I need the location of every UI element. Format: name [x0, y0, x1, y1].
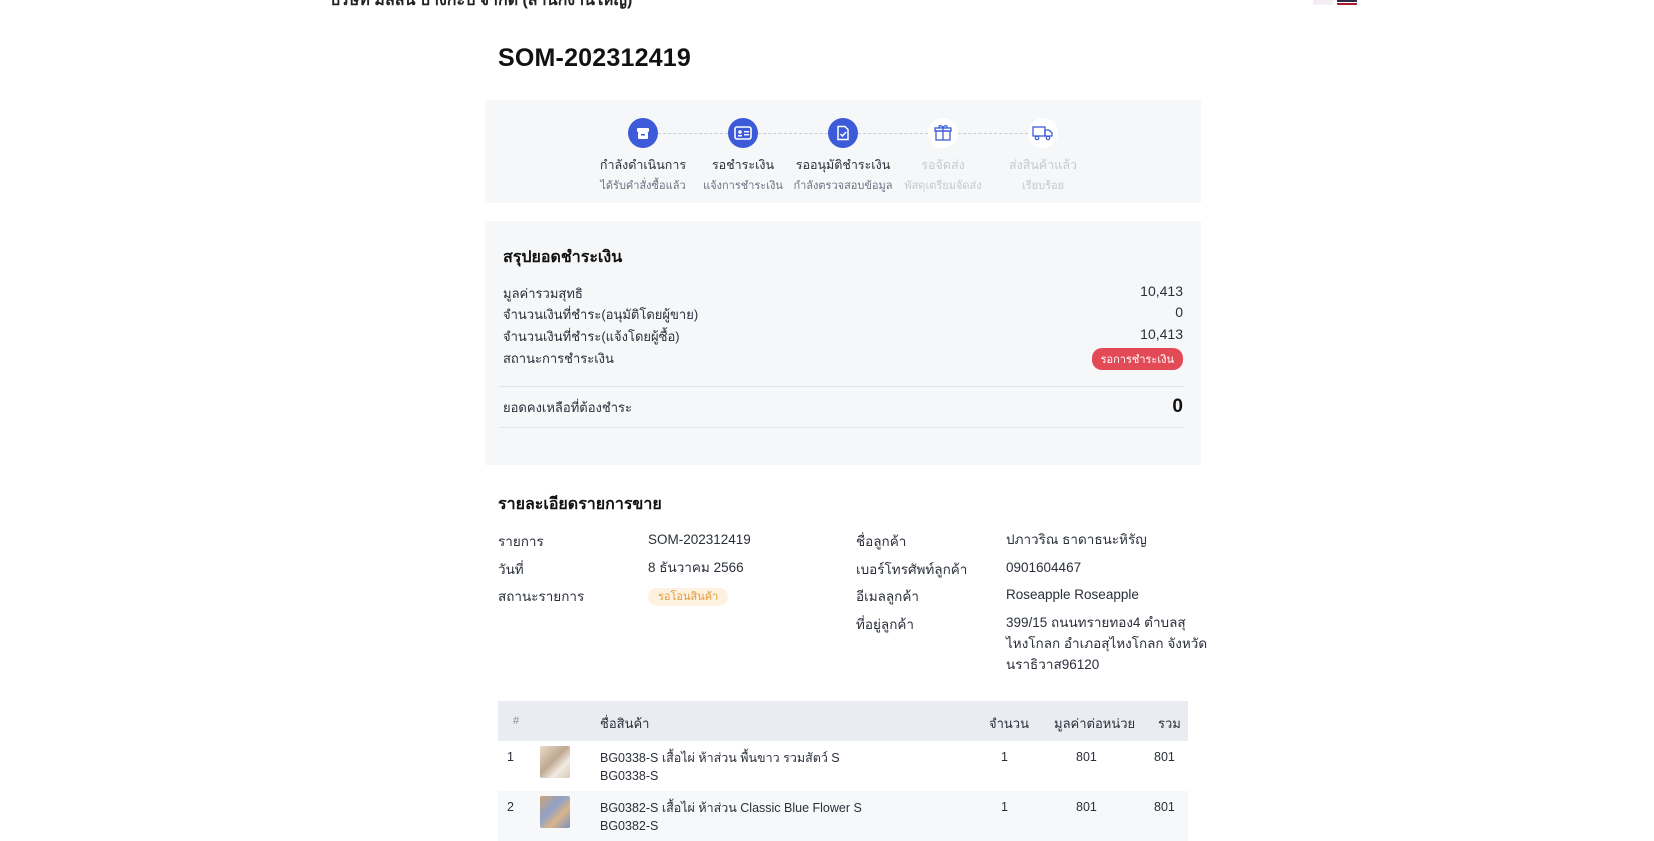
customer-email-value: Roseapple Roseapple [1006, 587, 1139, 602]
address-line: ไหงโกลก อำเภอสุไหงโกลก จังหวัด [1006, 636, 1208, 651]
payment-summary-title: สรุปยอดชำระเงิน [503, 249, 623, 266]
product-name: BG0382-S เสื้อไผ่ ห้าส่วน Classic Blue F… [600, 801, 862, 815]
payment-row-label: จำนวนเงินที่ชำระ(อนุมัติโดยผู้ขาย) [503, 307, 699, 322]
step-awaiting-shipment: รอจัดส่ง พัสดุเตรียมจัดส่ง [888, 118, 998, 194]
col-header-product: ชื่อสินค้า [600, 716, 650, 731]
col-header-number: # [513, 715, 520, 727]
product-thumbnail[interactable] [540, 796, 570, 828]
customer-address-label: ที่อยู่ลูกค้า [856, 617, 914, 632]
step-label: กำลังดำเนินการ [599, 158, 687, 172]
document-check-icon [828, 118, 858, 148]
product-sku: BG0338-S [600, 769, 659, 783]
product-sku: BG0382-S [600, 819, 659, 833]
order-status-badge: รอโอนสินค้า [648, 588, 729, 606]
col-header-total: รวม [1158, 716, 1181, 731]
step-label: รออนุมัติชำระเงิน [795, 158, 891, 172]
payment-row-value: 10,413 [1140, 326, 1183, 342]
customer-name-value: ปภาวริณ ธาดาธนะหิรัญ [1006, 532, 1147, 547]
id-card-icon [728, 118, 758, 148]
address-line: นราธิวาส96120 [1006, 657, 1100, 672]
truck-icon [1028, 118, 1058, 148]
col-header-unit-price: มูลค่าต่อหน่วย [1054, 716, 1136, 731]
step-label: ส่งสินค้าแล้ว [1008, 158, 1078, 172]
step-sublabel: ได้รับคำสั่งซื้อแล้ว [600, 180, 686, 192]
payment-status-badge: รอการชำระเงิน [1091, 348, 1183, 370]
row-number: 2 [507, 800, 514, 814]
step-sublabel: กำลังตรวจสอบข้อมูล [793, 180, 893, 192]
row-total: 801 [1154, 800, 1175, 814]
remaining-label: ยอดคงเหลือที่ต้องชำระ [503, 399, 632, 415]
col-header-qty: จำนวน [989, 716, 1029, 731]
sale-details-title: รายละเอียดรายการขาย [498, 496, 662, 513]
step-label: รอจัดส่ง [921, 158, 965, 172]
divider [499, 427, 1185, 428]
address-line: 399/15 ถนนทรายทอง4 ตำบลสุ [1006, 615, 1186, 630]
payment-row-status: สถานะการชำระเงิน รอการชำระเงิน [503, 348, 1183, 370]
customer-email-label: อีเมลลูกค้า [856, 589, 919, 604]
product-info: BG0382-S เสื้อไผ่ ห้าส่วน Classic Blue F… [600, 799, 862, 835]
payment-row-value: 10,413 [1140, 283, 1183, 299]
customer-name-label: ชื่อลูกค้า [856, 534, 907, 549]
step-shipped: ส่งสินค้าแล้ว เรียบร้อย [988, 118, 1098, 194]
row-qty: 1 [1001, 800, 1008, 814]
payment-row-label: จำนวนเงินที่ชำระ(แจ้งโดยผู้ซื้อ) [503, 329, 680, 344]
payment-row-remaining: ยอดคงเหลือที่ต้องชำระ 0 [503, 396, 1183, 418]
product-name: BG0338-S เสื้อไผ่ ห้าส่วน พื้นขาว รวมสัต… [600, 751, 840, 765]
language-switcher[interactable] [1313, 0, 1357, 5]
step-awaiting-payment: รอชำระเงิน แจ้งการชำระเงิน [688, 118, 798, 194]
payment-status-label: สถานะการชำระเงิน [503, 351, 614, 366]
item-value: SOM-202312419 [648, 532, 751, 547]
item-label: รายการ [498, 534, 544, 549]
payment-row-approved-amount: จำนวนเงินที่ชำระ(อนุมัติโดยผู้ขาย) 0 [503, 304, 1183, 325]
date-label: วันที่ [498, 562, 524, 577]
product-info: BG0338-S เสื้อไผ่ ห้าส่วน พื้นขาว รวมสัต… [600, 749, 840, 785]
payment-row-reported-amount: จำนวนเงินที่ชำระ(แจ้งโดยผู้ซื้อ) 10,413 [503, 326, 1183, 347]
remaining-value: 0 [1172, 396, 1183, 417]
step-processing: กำลังดำเนินการ ได้รับคำสั่งซื้อแล้ว [588, 118, 698, 194]
customer-phone-label: เบอร์โทรศัพท์ลูกค้า [856, 562, 968, 577]
date-value: 8 ธันวาคม 2566 [648, 560, 744, 575]
page-title: SOM-202312419 [498, 44, 692, 72]
row-unit-price: 801 [1076, 750, 1097, 764]
payment-row-value: 0 [1175, 304, 1183, 320]
box-icon [628, 118, 658, 148]
gift-icon [928, 118, 958, 148]
step-awaiting-approval: รออนุมัติชำระเงิน กำลังตรวจสอบข้อมูล [788, 118, 898, 194]
order-status-value: รอโอนสินค้า [648, 585, 729, 608]
step-sublabel: แจ้งการชำระเงิน [703, 180, 783, 192]
step-sublabel: เรียบร้อย [1021, 180, 1065, 192]
uk-flag-icon[interactable] [1313, 0, 1333, 5]
divider [499, 386, 1185, 387]
thai-flag-icon[interactable] [1337, 0, 1357, 5]
step-sublabel: พัสดุเตรียมจัดส่ง [904, 180, 982, 192]
row-total: 801 [1154, 750, 1175, 764]
payment-row-net-total: มูลค่ารวมสุทธิ 10,413 [503, 283, 1183, 304]
row-unit-price: 801 [1076, 800, 1097, 814]
customer-address-value: 399/15 ถนนทรายทอง4 ตำบลสุ ไหงโกลก อำเภอส… [1006, 612, 1207, 675]
payment-summary-card: สรุปยอดชำระเงิน มูลค่ารวมสุทธิ 10,413 จำ… [485, 221, 1201, 465]
order-progress-stepper: กำลังดำเนินการ ได้รับคำสั่งซื้อแล้ว รอชำ… [485, 100, 1201, 203]
table-header: # ชื่อสินค้า จำนวน มูลค่าต่อหน่วย รวม [498, 701, 1188, 741]
order-status-label: สถานะรายการ [498, 589, 585, 604]
row-number: 1 [507, 750, 514, 764]
customer-phone-value: 0901604467 [1006, 560, 1082, 575]
order-items-table: # ชื่อสินค้า จำนวน มูลค่าต่อหน่วย รวม 1 … [498, 701, 1188, 841]
table-row: 2 BG0382-S เสื้อไผ่ ห้าส่วน Classic Blue… [498, 791, 1188, 841]
product-thumbnail[interactable] [540, 746, 570, 778]
step-label: รอชำระเงิน [711, 158, 775, 172]
company-name: บริษัท มิลลิน บางกะปิ จำกัด (สำนักงานใหญ… [330, 0, 633, 9]
table-row: 1 BG0338-S เสื้อไผ่ ห้าส่วน พื้นขาว รวมส… [498, 741, 1188, 791]
row-qty: 1 [1001, 750, 1008, 764]
payment-row-label: มูลค่ารวมสุทธิ [503, 286, 583, 301]
